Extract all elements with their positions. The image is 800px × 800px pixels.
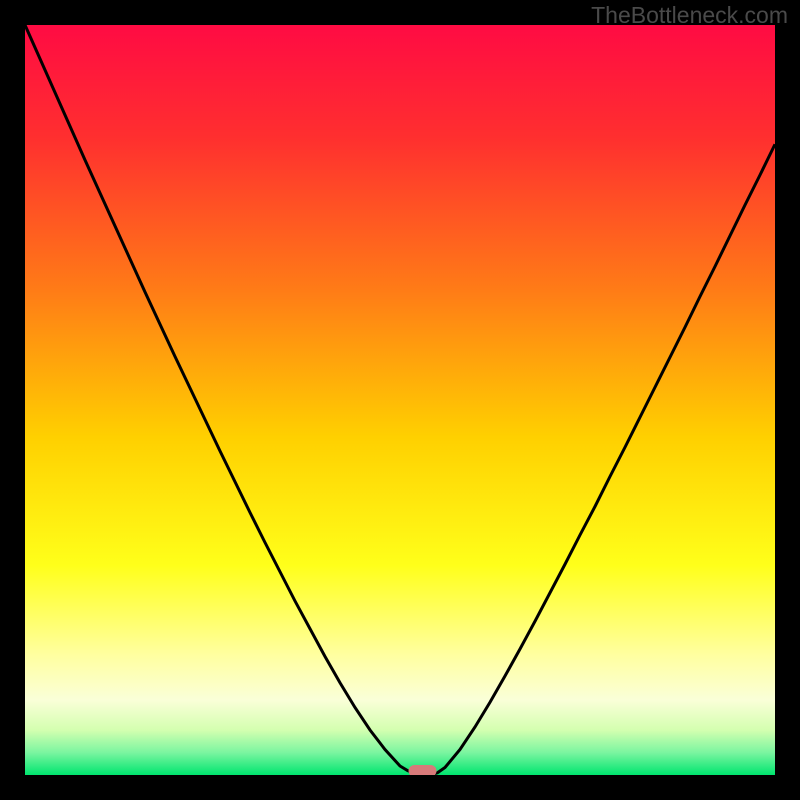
chart-background <box>25 25 775 775</box>
chart-svg <box>25 25 775 775</box>
watermark: TheBottleneck.com <box>591 2 788 29</box>
chart-plot-area <box>25 25 775 775</box>
chart-marker <box>409 765 437 775</box>
